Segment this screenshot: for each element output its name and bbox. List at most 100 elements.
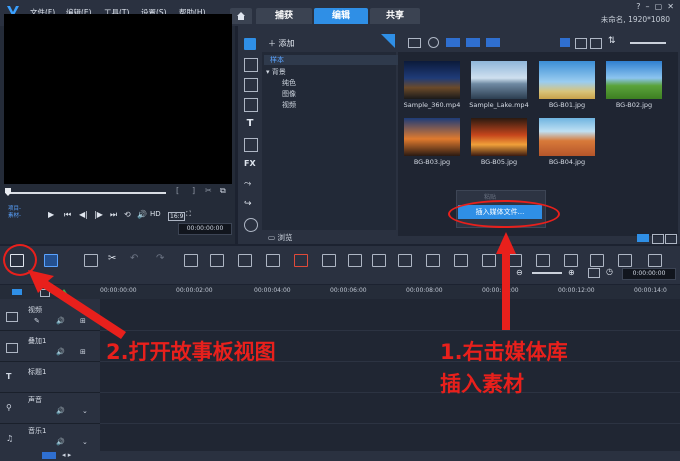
tree-item-solid-color[interactable]: 纯色 [282,78,296,88]
tree-item-video[interactable]: 视频 [282,100,296,110]
redo-icon[interactable]: ↷ [156,253,164,264]
track-video[interactable]: 视频 ✎ 🔊 ⊞ [0,300,100,331]
tree-item-background[interactable]: ▾ 背景 [266,67,286,77]
fit-timeline-icon[interactable] [588,268,600,278]
thumb-bg-b03[interactable] [404,118,460,156]
tab-capture[interactable]: 捕获 [256,8,312,24]
repeat-track-icon[interactable] [482,254,496,267]
lane-voice[interactable] [100,393,680,424]
mask-icon[interactable] [372,254,386,267]
mute-icon[interactable]: 🔊 [56,407,65,415]
mode-clip[interactable]: 素材- [8,213,21,220]
browse-button[interactable]: ▭ 浏览 [268,232,292,243]
resize-icon[interactable] [238,254,252,267]
expand-icon[interactable]: ⌄ [82,407,88,415]
zoom-slider[interactable] [532,272,562,274]
edit-tool-icon[interactable] [590,254,604,267]
panel-mode-icon[interactable] [637,234,649,242]
zoom-in-icon[interactable]: ⊕ [568,268,575,277]
show-photo-icon[interactable] [466,38,480,47]
panel-mode-icon-3[interactable] [665,234,677,244]
timeline-timecode[interactable]: 0:00:00:00 [622,268,676,280]
expand-icon[interactable]: ⌄ [82,438,88,446]
mute-icon[interactable]: 🔊 [56,348,65,356]
thumb-bg-b05[interactable] [471,118,527,156]
list-view-icon[interactable] [560,38,570,47]
snapshot-icon[interactable] [618,254,632,267]
transition-icon[interactable] [244,78,258,92]
color-icon[interactable] [348,254,362,267]
maximize-icon[interactable]: ▢ [655,2,663,11]
tree-item-samples[interactable]: 样本 [264,55,400,65]
grid-icon[interactable]: ⊞ [80,348,86,356]
scrubber-track[interactable] [6,192,166,194]
lane-title[interactable] [100,362,680,393]
edit-pencil-icon[interactable]: ✎ [34,317,40,325]
split-icon[interactable]: ✂ [205,186,212,195]
show-video-icon[interactable] [446,38,460,47]
tab-share[interactable]: 共享 [370,8,420,24]
play-mode[interactable]: 项目- 素材- [8,206,21,220]
scroll-left-icon[interactable] [42,452,56,459]
thumb-sample-lake[interactable] [471,61,527,99]
minimize-icon[interactable]: – [646,2,650,11]
path-icon[interactable]: ⤳ [244,178,256,190]
thumbnail-view-icon[interactable] [575,38,587,49]
mark-out-icon[interactable]: ] [192,186,195,195]
next-frame-icon[interactable]: |▶ [94,210,103,219]
overlay-icon[interactable] [244,138,258,152]
thumb-sample-360[interactable] [404,61,460,99]
aspect-icon[interactable]: 16:9 [168,212,186,221]
player-timecode[interactable]: 00:00:00:00 [178,223,232,235]
close-icon[interactable]: ✕ [667,2,674,11]
music-tool-icon[interactable] [564,254,578,267]
home-tab[interactable] [230,8,252,24]
mode-project[interactable]: 项目- [8,206,21,213]
prev-frame-icon[interactable]: ◀| [79,210,88,219]
detail-view-icon[interactable] [590,38,602,49]
fit-icon[interactable] [184,254,198,267]
import-folder-icon[interactable] [408,38,421,48]
speed-icon[interactable] [244,218,258,232]
end-icon[interactable]: ⏭ [110,210,117,220]
motion-track-icon[interactable] [454,254,468,267]
media-icon[interactable] [244,38,256,50]
export-icon[interactable] [648,254,662,267]
split-screen-icon[interactable] [426,254,440,267]
subtitle-icon[interactable] [398,254,412,267]
add-folder-button[interactable]: ＋ 添加 [268,38,295,49]
move-icon[interactable] [266,254,280,267]
grid-icon[interactable]: ⊞ [80,317,86,325]
help-icon[interactable]: ? [636,2,640,11]
mark-in-icon[interactable]: [ [176,186,179,195]
tab-edit[interactable]: 编辑 [314,8,368,24]
track-lock-icon[interactable] [40,289,50,297]
clip-tools-icon[interactable]: ✂ [108,253,116,264]
multi-trim-icon[interactable] [322,254,336,267]
filter-icon[interactable]: FX [244,158,256,170]
crop-icon[interactable] [210,254,224,267]
timeline-view-icon[interactable] [44,254,58,267]
track-voice[interactable]: ⚲ 声音 🔊 ⌄ [0,393,100,424]
volume-icon[interactable]: 🔊 [137,210,147,219]
play-icon[interactable]: ▶ [48,210,54,219]
tree-item-image[interactable]: 图像 [282,89,296,99]
title-icon[interactable]: T [244,118,256,130]
thumb-size-slider[interactable] [630,42,666,44]
instant-project-icon[interactable] [244,58,258,72]
track-manager-icon[interactable] [84,254,98,267]
thumb-bg-b04[interactable] [539,118,595,156]
track-overlay[interactable]: 叠加1 🔊 ⊞ [0,331,100,362]
undo-icon[interactable]: ↶ [130,253,138,264]
thumb-bg-b02[interactable] [606,61,662,99]
panel-mode-icon-2[interactable] [652,234,664,244]
thumb-bg-b01[interactable] [539,61,595,99]
mute-icon[interactable]: 🔊 [56,438,65,446]
record-icon[interactable] [428,37,439,48]
graphics-icon[interactable] [244,98,258,112]
title-tool-icon[interactable] [536,254,550,267]
sort-icon[interactable]: ⇅ [608,36,616,46]
hd-toggle[interactable]: HD [150,210,161,218]
fullscreen-icon[interactable]: ⛶ [186,210,191,219]
tool-icon[interactable] [508,254,522,267]
